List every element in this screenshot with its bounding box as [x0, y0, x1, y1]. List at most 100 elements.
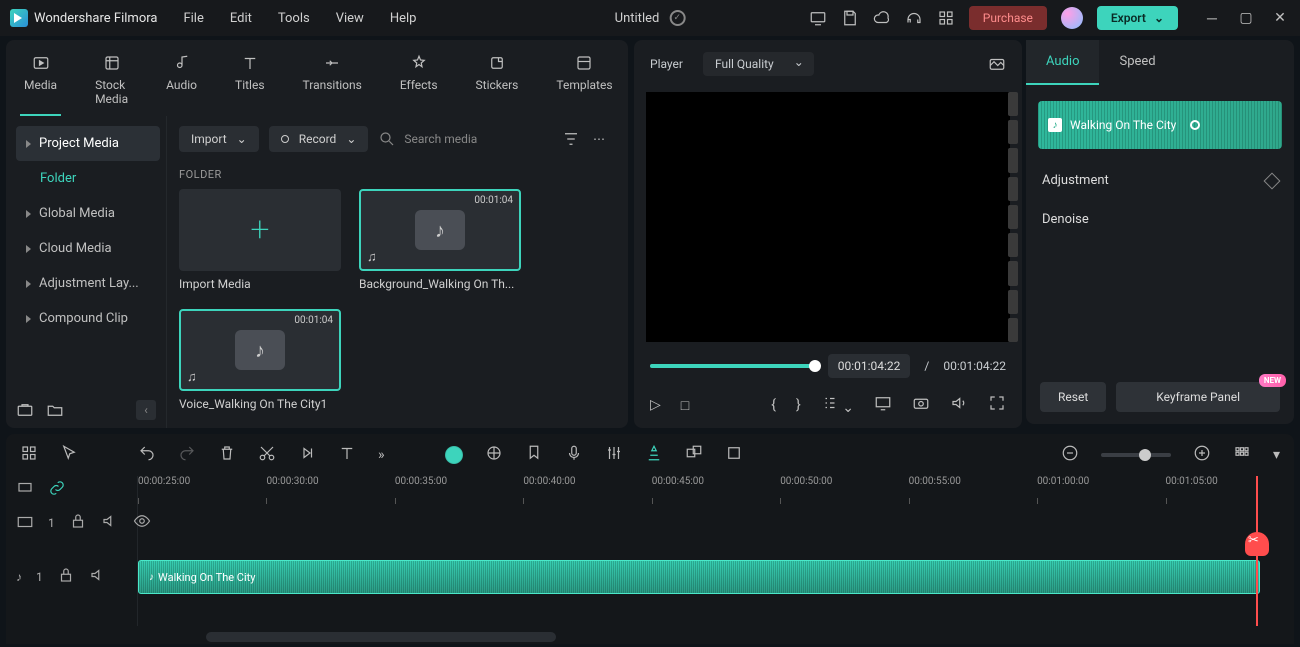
- tab-stickers[interactable]: Stickers: [472, 48, 523, 116]
- audio-type-icon: ♫: [187, 369, 197, 385]
- track-size-icon[interactable]: [1233, 444, 1251, 466]
- play-button[interactable]: ▷: [650, 397, 661, 413]
- zoom-slider[interactable]: [1101, 453, 1171, 457]
- sidebar-cloud-media[interactable]: Cloud Media: [16, 231, 160, 266]
- menu-file[interactable]: File: [183, 11, 203, 26]
- sidebar-folder[interactable]: Folder: [16, 161, 160, 196]
- more-tools-icon[interactable]: »: [378, 447, 385, 463]
- layout-icon[interactable]: [20, 444, 38, 466]
- tab-audio[interactable]: Audio: [162, 48, 201, 116]
- tab-titles[interactable]: Titles: [231, 48, 268, 116]
- collapse-sidebar-button[interactable]: ‹: [136, 400, 156, 420]
- crop-icon[interactable]: [725, 444, 743, 466]
- sidebar-project-media[interactable]: Project Media: [16, 126, 160, 161]
- marker-icon[interactable]: [525, 444, 543, 466]
- snapshot-icon[interactable]: [988, 55, 1006, 73]
- text-icon[interactable]: [338, 444, 356, 466]
- timeline-tracks[interactable]: 00:00:25:00 00:00:30:00 00:00:35:00 00:0…: [138, 476, 1294, 626]
- audio-mix-icon[interactable]: [605, 444, 623, 466]
- import-dropdown[interactable]: Import⌄: [179, 126, 259, 152]
- zoom-out-icon[interactable]: [1061, 444, 1079, 466]
- reset-button[interactable]: Reset: [1040, 382, 1106, 412]
- group-icon[interactable]: [685, 444, 703, 466]
- audio-track-head[interactable]: ♪ 1: [6, 558, 137, 596]
- inspector-tab-audio[interactable]: Audio: [1026, 40, 1099, 85]
- export-button[interactable]: Export⌄: [1097, 6, 1178, 30]
- tab-effects[interactable]: Effects: [396, 48, 442, 116]
- marker-list-icon[interactable]: ⌄: [821, 394, 854, 416]
- menu-edit[interactable]: Edit: [230, 11, 252, 26]
- lock-icon[interactable]: [69, 512, 87, 534]
- card-background-audio[interactable]: 00:01:04♪♫ Background_Walking On Th...: [359, 189, 521, 291]
- close-button[interactable]: ✕: [1270, 10, 1290, 27]
- tab-templates[interactable]: Templates: [552, 48, 616, 116]
- render-icon[interactable]: [645, 444, 663, 466]
- speed-icon[interactable]: [298, 444, 316, 466]
- track-options-icon[interactable]: ▾: [1273, 447, 1280, 463]
- fullscreen-icon[interactable]: [988, 394, 1006, 416]
- maximize-button[interactable]: ▢: [1236, 10, 1256, 27]
- filter-icon[interactable]: [562, 130, 580, 148]
- playhead[interactable]: [1256, 476, 1258, 626]
- search-media[interactable]: Search media: [378, 130, 552, 148]
- time-ruler[interactable]: 00:00:25:00 00:00:30:00 00:00:35:00 00:0…: [138, 476, 1294, 504]
- tab-media[interactable]: Media: [20, 48, 61, 116]
- mark-in-icon[interactable]: {: [771, 397, 776, 413]
- audio-lane[interactable]: ♪ Walking On The City: [138, 558, 1294, 596]
- save-icon[interactable]: [841, 9, 859, 27]
- color-icon[interactable]: [485, 444, 503, 466]
- purchase-button[interactable]: Purchase: [969, 6, 1047, 30]
- section-denoise[interactable]: Denoise: [1026, 200, 1294, 239]
- new-bin-icon[interactable]: [16, 401, 34, 419]
- zoom-in-icon[interactable]: [1193, 444, 1211, 466]
- link-icon[interactable]: [48, 479, 66, 501]
- stop-button[interactable]: □: [681, 397, 689, 414]
- cloud-icon[interactable]: [873, 9, 891, 27]
- mute-icon[interactable]: [89, 566, 107, 588]
- volume-icon[interactable]: [950, 394, 968, 416]
- undo-icon[interactable]: [138, 444, 156, 466]
- user-avatar[interactable]: [1061, 7, 1083, 29]
- tab-stock-media[interactable]: Stock Media: [91, 48, 132, 116]
- more-icon[interactable]: ⋯: [590, 130, 608, 148]
- redo-icon[interactable]: [178, 444, 196, 466]
- mute-icon[interactable]: [101, 512, 119, 534]
- tab-transitions[interactable]: Transitions: [299, 48, 366, 116]
- card-import[interactable]: + Import Media: [179, 189, 341, 291]
- clip-preview[interactable]: ♪ Walking On The City: [1038, 101, 1282, 149]
- progress-bar[interactable]: [650, 364, 814, 368]
- apps-icon[interactable]: [937, 9, 955, 27]
- sidebar-adjustment-layer[interactable]: Adjustment Lay...: [16, 266, 160, 301]
- minimize-button[interactable]: ─: [1202, 10, 1222, 27]
- video-track-head[interactable]: 1: [6, 504, 137, 542]
- section-adjustment[interactable]: Adjustment: [1026, 161, 1294, 200]
- menu-help[interactable]: Help: [390, 11, 417, 26]
- keyframe-panel-button[interactable]: Keyframe PanelNEW: [1116, 382, 1280, 412]
- audio-track-icon: ♪: [16, 570, 22, 584]
- delete-icon[interactable]: [218, 444, 236, 466]
- audio-clip[interactable]: ♪ Walking On The City: [138, 560, 1260, 594]
- new-folder-icon[interactable]: [46, 401, 64, 419]
- sidebar-global-media[interactable]: Global Media: [16, 196, 160, 231]
- mic-icon[interactable]: [565, 444, 583, 466]
- menu-view[interactable]: View: [336, 11, 364, 26]
- cut-icon[interactable]: [258, 444, 276, 466]
- video-lane[interactable]: [138, 504, 1294, 542]
- menu-tools[interactable]: Tools: [278, 11, 310, 26]
- cursor-icon[interactable]: [60, 444, 78, 466]
- timeline-scrollbar[interactable]: [206, 632, 556, 642]
- headphones-icon[interactable]: [905, 9, 923, 27]
- mark-out-icon[interactable]: }: [796, 397, 801, 413]
- camera-icon[interactable]: [912, 394, 930, 416]
- video-preview[interactable]: [646, 92, 1010, 342]
- inspector-tab-speed[interactable]: Speed: [1099, 40, 1175, 85]
- display-icon[interactable]: [874, 394, 892, 416]
- ai-icon[interactable]: [445, 446, 463, 464]
- card-voice-audio[interactable]: 00:01:04♪♫ Voice_Walking On The City1: [179, 309, 341, 411]
- record-dropdown[interactable]: Record⌄: [269, 126, 369, 152]
- quality-dropdown[interactable]: Full Quality: [703, 52, 814, 76]
- lock-icon[interactable]: [57, 566, 75, 588]
- sidebar-compound-clip[interactable]: Compound Clip: [16, 301, 160, 336]
- device-icon[interactable]: [809, 9, 827, 27]
- magnet-icon[interactable]: [16, 479, 34, 501]
